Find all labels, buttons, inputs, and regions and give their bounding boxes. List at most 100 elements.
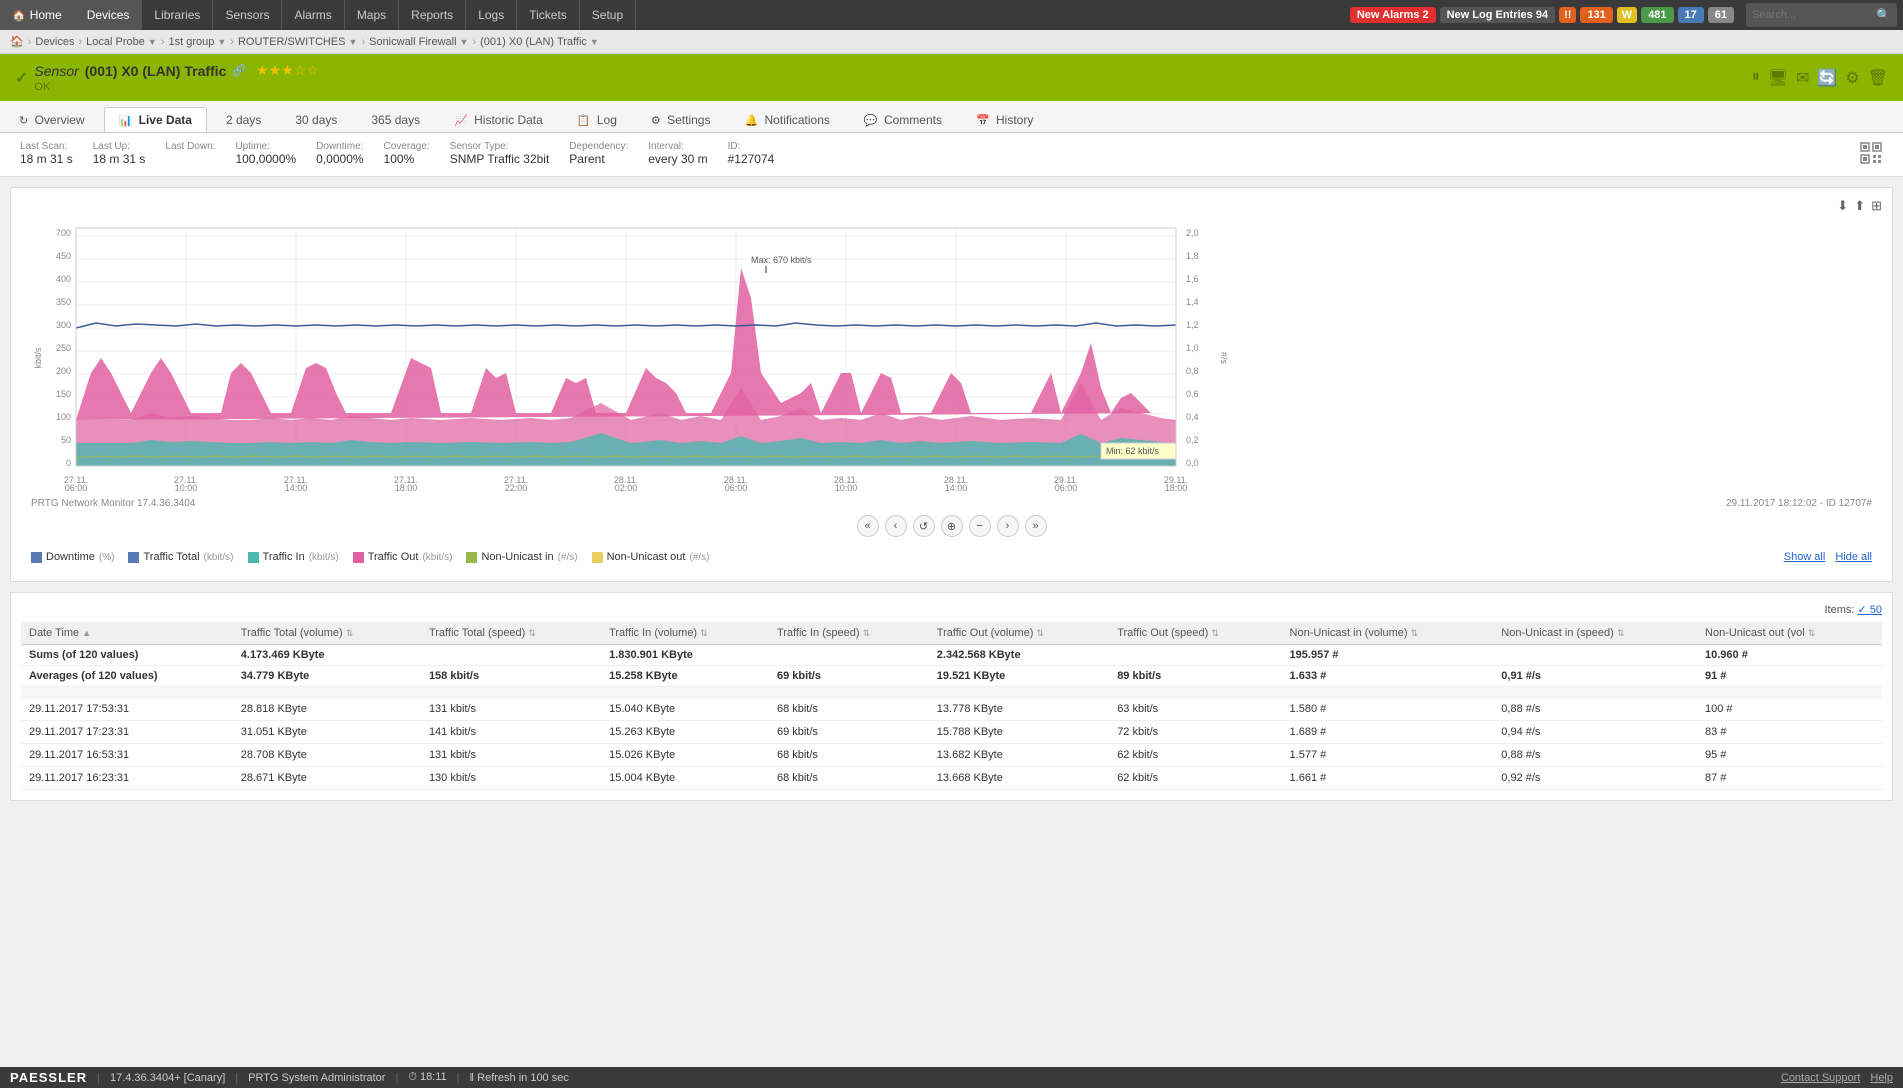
hide-all-link[interactable]: Hide all <box>1835 551 1872 563</box>
pause-icon[interactable]: ⏸ <box>1752 68 1760 88</box>
legend-downtime[interactable]: Downtime (%) <box>31 551 114 563</box>
nav-alarms[interactable]: Alarms <box>282 0 344 30</box>
legend-traffic-out[interactable]: Traffic Out (kbit/s) <box>353 551 453 563</box>
bc-sonicwall[interactable]: Sonicwall Firewall ▼ <box>369 36 468 48</box>
refresh-label[interactable]: ‖ Refresh in 100 sec <box>470 1072 569 1084</box>
bc-home[interactable]: 🏠 <box>10 35 24 48</box>
zoom-icon[interactable]: ⊞ <box>1871 198 1882 214</box>
nav-reload[interactable]: ↺ <box>913 515 935 537</box>
col-to-spd[interactable]: Traffic Out (speed) ⇅ <box>1109 622 1281 645</box>
tab-history[interactable]: 📅 History <box>961 107 1048 132</box>
nav-home[interactable]: 🏠 Home <box>0 0 75 30</box>
refresh-icon[interactable]: 🔄 <box>1817 68 1837 88</box>
nav-libraries-label: Libraries <box>154 8 200 22</box>
col-nui-spd[interactable]: Non-Unicast in (speed) ⇅ <box>1493 622 1697 645</box>
col-nuo-vol[interactable]: Non-Unicast out (vol ⇅ <box>1697 622 1882 645</box>
nav-tickets[interactable]: Tickets <box>517 0 580 30</box>
nav-reports[interactable]: Reports <box>399 0 466 30</box>
max-label: Max: 670 kbit/s <box>751 255 812 265</box>
stat-last-scan: Last Scan: 18 m 31 s <box>20 141 73 168</box>
chart-toolbar: ⬇ ⬆ ⊞ <box>21 198 1882 214</box>
col-tt-spd[interactable]: Traffic Total (speed) ⇅ <box>421 622 601 645</box>
contact-support-link[interactable]: Contact Support <box>1781 1072 1861 1084</box>
legend-non-unicast-in[interactable]: Non-Unicast in (#/s) <box>466 551 577 563</box>
nav-first[interactable]: « <box>857 515 879 537</box>
col-ti-vol[interactable]: Traffic In (volume) ⇅ <box>601 622 769 645</box>
nav-prev[interactable]: ‹ <box>885 515 907 537</box>
nav-zoom-in[interactable]: ⊕ <box>941 515 963 537</box>
items-value[interactable]: ✓ 50 <box>1857 604 1882 616</box>
tab-live-data[interactable]: 📊 Live Data <box>104 107 207 132</box>
overview-icon: ↻ <box>19 115 28 127</box>
tab-comments-label: Comments <box>884 113 942 127</box>
nav-next[interactable]: › <box>997 515 1019 537</box>
bc-router[interactable]: ROUTER/SWITCHES ▼ <box>238 36 357 48</box>
w-badge[interactable]: W <box>1617 7 1637 23</box>
col-to-vol-label: Traffic Out (volume) <box>937 627 1034 639</box>
settings-icon[interactable]: ⚙ <box>1845 68 1859 88</box>
svg-text:0,0: 0,0 <box>1186 458 1199 468</box>
nav-sensors[interactable]: Sensors <box>213 0 282 30</box>
legend-traffic-in[interactable]: Traffic In (kbit/s) <box>248 551 339 563</box>
search-box[interactable]: 🔍 <box>1746 3 1897 27</box>
nav-tickets-label: Tickets <box>529 8 567 22</box>
download-icon[interactable]: ⬇ <box>1837 198 1848 214</box>
upload-icon[interactable]: ⬆ <box>1854 198 1865 214</box>
sensor-link-icon[interactable]: 🔗 <box>232 64 246 77</box>
stat-last-down: Last Down: <box>165 141 215 168</box>
tab-365days[interactable]: 365 days <box>356 107 435 132</box>
nav-maps[interactable]: Maps <box>345 0 399 30</box>
count-481-badge[interactable]: 481 <box>1641 7 1673 23</box>
tab-notifications[interactable]: 🔔 Notifications <box>729 107 844 132</box>
tab-history-label: History <box>996 113 1033 127</box>
count-131-badge[interactable]: 131 <box>1580 7 1612 23</box>
sums-to-vol: 2.342.568 KByte <box>929 645 1109 666</box>
new-alarms-badge[interactable]: New Alarms 2 <box>1350 7 1436 23</box>
live-data-icon: 📊 <box>119 115 133 127</box>
email-icon[interactable]: ✉ <box>1796 68 1809 88</box>
nav-zoom-out[interactable]: − <box>969 515 991 537</box>
tab-365days-label: 365 days <box>371 113 420 127</box>
search-input[interactable] <box>1752 9 1872 21</box>
tab-settings[interactable]: ⚙ Settings <box>636 107 726 132</box>
qr-icon[interactable] <box>1859 141 1883 168</box>
count-61-badge[interactable]: 61 <box>1708 7 1734 23</box>
stats-bar: Last Scan: 18 m 31 s Last Up: 18 m 31 s … <box>0 133 1903 177</box>
tab-2days[interactable]: 2 days <box>211 107 276 132</box>
tab-comments[interactable]: 💬 Comments <box>849 107 957 132</box>
legend-non-unicast-out[interactable]: Non-Unicast out (#/s) <box>592 551 710 563</box>
svg-text:18:00: 18:00 <box>395 483 418 493</box>
help-link[interactable]: Help <box>1870 1072 1893 1084</box>
col-to-vol[interactable]: Traffic Out (volume) ⇅ <box>929 622 1109 645</box>
tab-historic[interactable]: 📈 Historic Data <box>439 107 558 132</box>
monitor-icon[interactable]: 🖥 <box>1768 68 1788 88</box>
nav-setup[interactable]: Setup <box>580 0 636 30</box>
col-tt-vol[interactable]: Traffic Total (volume) ⇅ <box>233 622 421 645</box>
tab-overview-label: Overview <box>35 113 85 127</box>
nav-libraries[interactable]: Libraries <box>142 0 213 30</box>
delete-icon[interactable]: 🗑 <box>1868 68 1888 88</box>
bc-group[interactable]: 1st group ▼ <box>168 36 226 48</box>
nav-last[interactable]: » <box>1025 515 1047 537</box>
bc-devices[interactable]: Devices <box>35 36 74 48</box>
exclaim-badge[interactable]: !! <box>1559 7 1576 23</box>
nav-logs[interactable]: Logs <box>466 0 517 30</box>
nav-devices[interactable]: Devices <box>75 0 143 30</box>
notifications-icon: 🔔 <box>744 115 758 127</box>
tab-30days[interactable]: 30 days <box>280 107 352 132</box>
col-datetime[interactable]: Date Time ▲ <box>21 622 233 645</box>
count-17-badge[interactable]: 17 <box>1678 7 1704 23</box>
bc-sensor[interactable]: (001) X0 (LAN) Traffic ▼ <box>480 36 599 48</box>
col-tt-spd-label: Traffic Total (speed) <box>429 627 525 639</box>
tab-log[interactable]: 📋 Log <box>562 107 632 132</box>
bc-local-probe[interactable]: Local Probe ▼ <box>86 36 157 48</box>
col-nui-vol[interactable]: Non-Unicast in (volume) ⇅ <box>1282 622 1494 645</box>
tab-overview[interactable]: ↻ Overview <box>4 107 100 132</box>
new-log-badge[interactable]: New Log Entries 94 <box>1440 7 1556 23</box>
sensor-stars[interactable]: ★★★☆☆ <box>256 62 319 79</box>
legend-traffic-total[interactable]: Traffic Total (kbit/s) <box>128 551 233 563</box>
col-ti-spd[interactable]: Traffic In (speed) ⇅ <box>769 622 929 645</box>
non-unicast-out-unit: (#/s) <box>689 552 709 563</box>
status-right: Contact Support Help <box>1781 1072 1893 1084</box>
show-all-link[interactable]: Show all <box>1784 551 1826 563</box>
